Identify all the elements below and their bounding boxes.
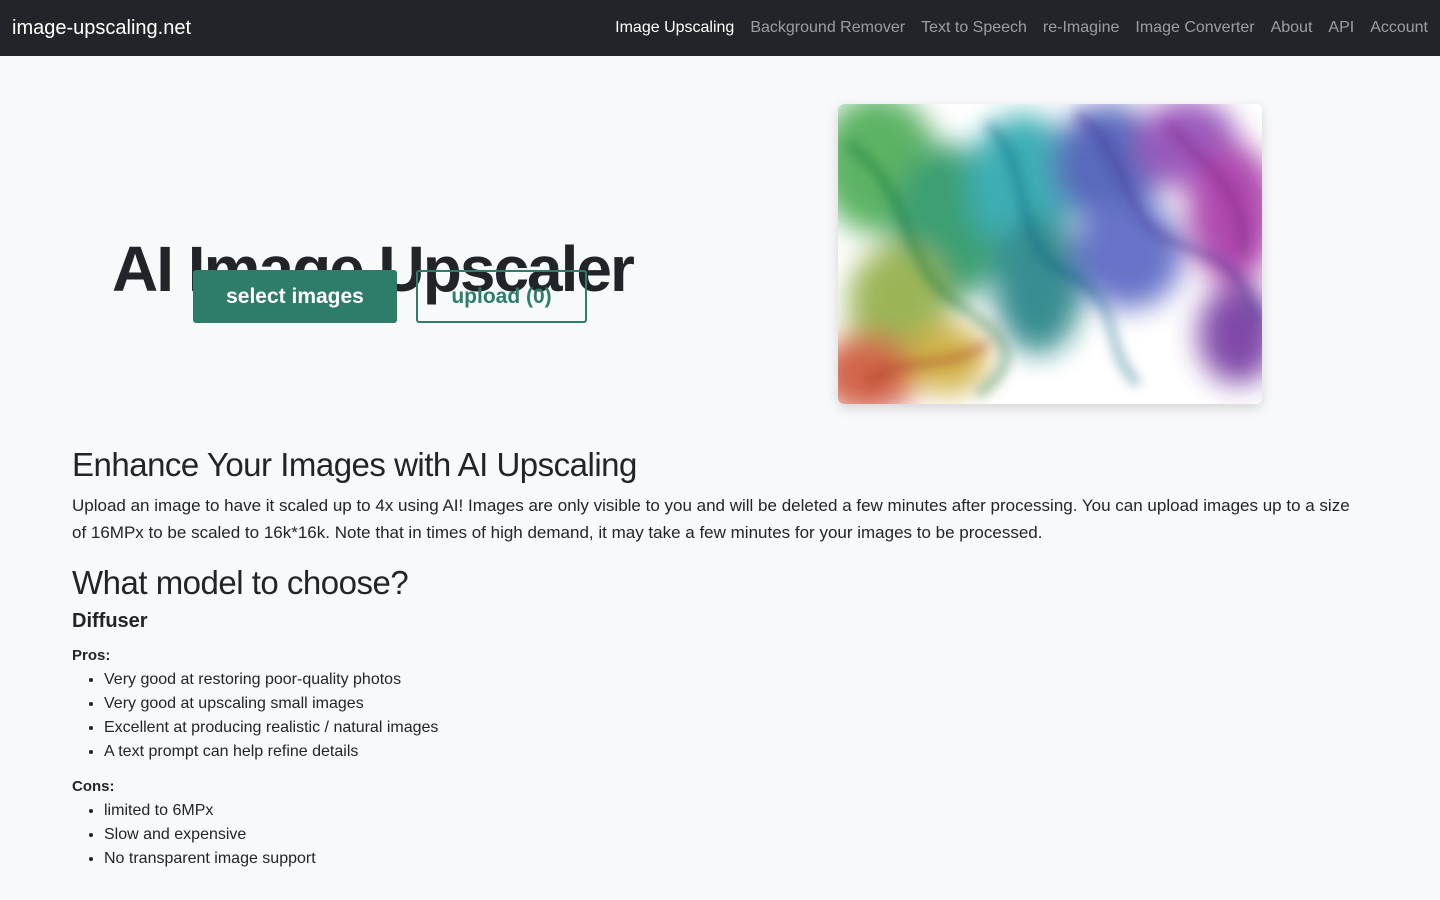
nav-about[interactable]: About [1271, 19, 1313, 37]
upload-button[interactable]: upload (0) [416, 270, 587, 323]
nav-api[interactable]: API [1328, 19, 1354, 37]
list-item: Very good at restoring poor-quality phot… [104, 668, 1368, 692]
main-content: Enhance Your Images with AI Upscaling Up… [0, 446, 1440, 871]
hero-section: AI Image Upscaler select images upload (… [0, 56, 1440, 446]
select-images-button[interactable]: select images [193, 270, 397, 323]
nav-account[interactable]: Account [1370, 19, 1428, 37]
diffuser-heading: Diffuser [72, 610, 148, 632]
intro-text: Upload an image to have it scaled up to … [72, 496, 1350, 542]
smoke-illustration [838, 104, 1262, 404]
nav-links: Image Upscaling Background Remover Text … [599, 19, 1428, 37]
nav-image-converter[interactable]: Image Converter [1135, 19, 1254, 37]
nav-text-to-speech[interactable]: Text to Speech [921, 19, 1027, 37]
list-item: Excellent at producing realistic / natur… [104, 716, 1368, 740]
models-heading: What model to choose? [72, 564, 409, 601]
pros-label: Pros: [72, 647, 111, 664]
cons-label: Cons: [72, 778, 115, 795]
nav-re-imagine[interactable]: re-Imagine [1043, 19, 1119, 37]
colorful-smoke-image [838, 104, 1262, 404]
pros-list: Very good at restoring poor-quality phot… [72, 668, 1368, 764]
cons-list: limited to 6MPx Slow and expensive No tr… [72, 799, 1368, 871]
list-item: limited to 6MPx [104, 799, 1368, 823]
list-item: No transparent image support [104, 847, 1368, 871]
list-item: Very good at upscaling small images [104, 692, 1368, 716]
brand-link[interactable]: image-upscaling.net [12, 17, 191, 40]
list-item: Slow and expensive [104, 823, 1368, 847]
nav-background-remover[interactable]: Background Remover [750, 19, 905, 37]
list-item: A text prompt can help refine details [104, 740, 1368, 764]
nav-image-upscaling[interactable]: Image Upscaling [615, 19, 734, 37]
top-navbar: image-upscaling.net Image Upscaling Back… [0, 0, 1440, 56]
intro-heading: Enhance Your Images with AI Upscaling [72, 446, 637, 483]
